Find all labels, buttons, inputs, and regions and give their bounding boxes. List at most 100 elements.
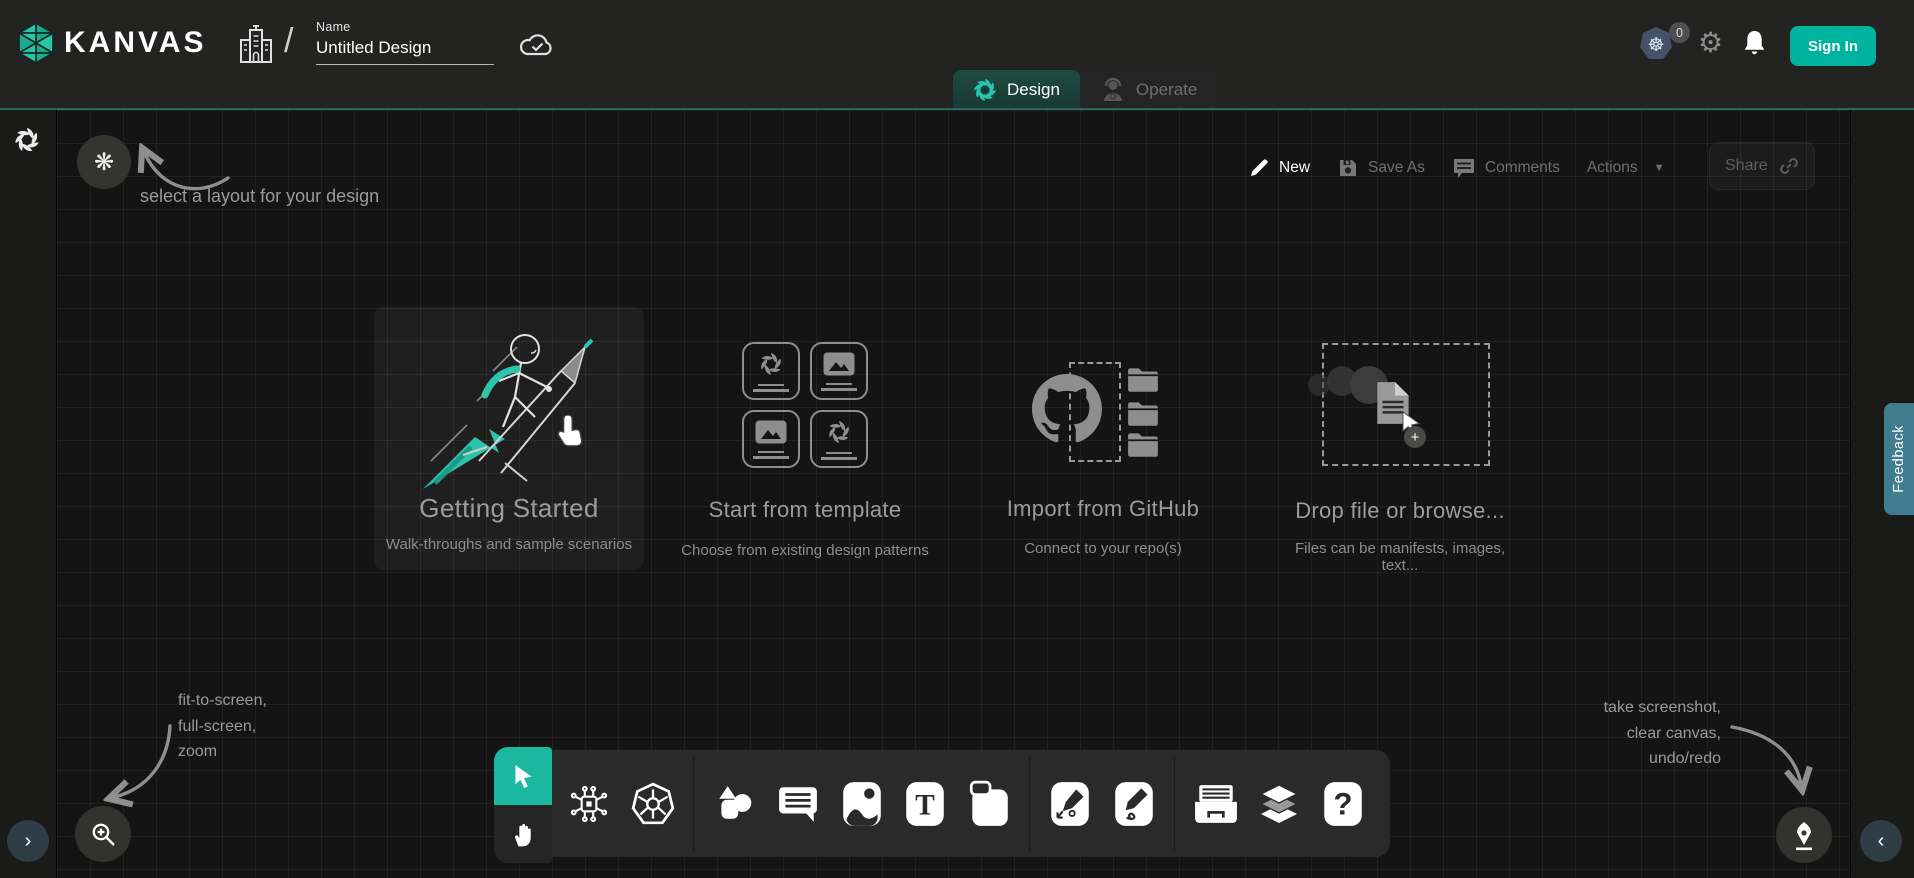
card-subtitle: Choose from existing design patterns xyxy=(672,542,938,559)
folder-icon xyxy=(1126,431,1160,459)
save-as-label: Save As xyxy=(1368,159,1425,177)
integration-chip-icon xyxy=(568,783,610,825)
design-name-block: Name xyxy=(316,20,494,65)
magnifier-plus-icon xyxy=(90,821,117,848)
select-tool-button[interactable] xyxy=(494,747,552,805)
share-button[interactable]: Share xyxy=(1709,142,1815,190)
card-drop-file[interactable]: + Drop file or browse... Files can be ma… xyxy=(1290,330,1510,570)
pencil-icon xyxy=(1248,157,1270,179)
card-subtitle: Files can be manifests, images, text... xyxy=(1290,540,1510,574)
question-mark-icon: ? xyxy=(1322,780,1364,828)
card-import-from-github[interactable]: Import from GitHub Connect to your repo(… xyxy=(1000,330,1206,570)
header-divider xyxy=(0,108,1914,110)
sign-in-button[interactable]: Sign In xyxy=(1790,26,1876,66)
kanvas-logo-icon[interactable] xyxy=(14,21,58,65)
toolbar-separator xyxy=(1174,756,1175,852)
plus-badge-icon: + xyxy=(1404,426,1426,448)
pen-path-tool-button[interactable] xyxy=(1047,778,1094,830)
new-button[interactable]: New xyxy=(1248,157,1310,179)
bottom-left-hints: fit-to-screen, full-screen, zoom xyxy=(178,688,267,765)
expand-left-panel-button[interactable]: › xyxy=(7,820,49,862)
card-getting-started[interactable]: Getting Started Walk-throughs and sample… xyxy=(374,307,644,570)
kubernetes-wheel-icon xyxy=(630,782,676,826)
image-icon xyxy=(823,352,855,376)
image-icon xyxy=(755,420,787,444)
design-spiral-icon xyxy=(973,78,997,102)
feedback-tab[interactable]: Feedback xyxy=(1884,403,1914,515)
template-tile-design xyxy=(810,410,868,468)
app-header: KANVAS / Name xyxy=(0,0,1914,108)
toolbar-separator xyxy=(1029,756,1030,852)
text-tool-button[interactable]: T xyxy=(902,778,949,830)
layout-button[interactable]: ❋ xyxy=(77,135,131,189)
tab-operate-label: Operate xyxy=(1136,80,1197,100)
feedback-label: Feedback xyxy=(1891,425,1907,493)
svg-text:☸: ☸ xyxy=(1647,35,1664,56)
bottom-right-hints: take screenshot, clear canvas, undo/redo xyxy=(1520,695,1721,772)
template-tile-design xyxy=(742,342,800,400)
help-tool-button[interactable]: ? xyxy=(1319,778,1366,830)
cursor-arrow-icon xyxy=(510,763,536,790)
folder-icon xyxy=(1126,366,1160,394)
left-rail: › xyxy=(0,110,57,878)
actions-label: Actions xyxy=(1587,159,1638,177)
shapes-tool-button[interactable] xyxy=(711,778,758,830)
meshery-spiral-icon[interactable] xyxy=(13,126,41,154)
layout-hint-text: select a layout for your design xyxy=(140,186,379,207)
pan-hand-tool-button[interactable] xyxy=(494,805,552,863)
comments-button[interactable]: Comments xyxy=(1452,157,1560,180)
tab-design[interactable]: Design xyxy=(953,70,1080,109)
comment-tool-button[interactable] xyxy=(775,778,822,830)
text-icon: T xyxy=(904,780,946,828)
zoom-button[interactable] xyxy=(75,806,131,862)
actions-dropdown[interactable]: Actions ▼ xyxy=(1587,159,1665,177)
design-name-input[interactable] xyxy=(316,38,494,65)
pencil-scribble-icon xyxy=(1113,780,1155,828)
card-title: Drop file or browse... xyxy=(1290,498,1510,524)
spiral-icon xyxy=(826,419,852,445)
breadcrumb-separator: / xyxy=(284,22,293,61)
image-tool-button[interactable] xyxy=(838,778,885,830)
note-tool-button[interactable] xyxy=(966,778,1013,830)
mode-tabbar: Design Operate xyxy=(953,70,1217,109)
tab-operate[interactable]: Operate xyxy=(1080,70,1217,109)
pointer-tool-column xyxy=(494,747,552,863)
spiral-icon xyxy=(758,351,784,377)
drawer-tool-button[interactable] xyxy=(1192,778,1239,830)
kubernetes-context-button[interactable]: ☸ 0 xyxy=(1638,26,1690,66)
tab-design-label: Design xyxy=(1007,80,1060,100)
card-start-from-template[interactable]: Start from template Choose from existing… xyxy=(672,330,938,570)
card-subtitle: Walk-throughs and sample scenarios xyxy=(374,536,644,553)
collapse-right-panel-button[interactable]: ‹ xyxy=(1860,820,1902,862)
components-tool-button[interactable] xyxy=(566,778,613,830)
card-subtitle: Connect to your repo(s) xyxy=(1000,540,1206,557)
layers-icon xyxy=(1256,783,1302,825)
operate-headset-icon xyxy=(1100,77,1126,103)
folder-icon xyxy=(1126,400,1160,428)
toolbar-separator xyxy=(693,756,694,852)
organization-icon[interactable] xyxy=(237,24,275,66)
cloud-saved-icon xyxy=(517,30,557,60)
pointer-hand-cursor xyxy=(556,413,590,451)
notifications-bell-icon[interactable] xyxy=(1742,29,1767,57)
settings-gear-icon[interactable]: ⚙ xyxy=(1698,26,1723,59)
image-icon xyxy=(841,780,883,828)
freehand-draw-tool-button[interactable] xyxy=(1111,778,1158,830)
kubernetes-tool-button[interactable] xyxy=(630,778,677,830)
chevron-down-icon: ▼ xyxy=(1654,162,1665,174)
sticky-note-icon xyxy=(968,780,1010,828)
card-title: Start from template xyxy=(672,497,938,523)
screenshot-pen-button[interactable] xyxy=(1776,807,1832,863)
link-icon xyxy=(1779,156,1799,176)
drawer-archive-icon xyxy=(1193,783,1239,825)
github-octocat-icon xyxy=(1032,374,1102,444)
template-tile-image xyxy=(742,410,800,468)
pen-nib-icon xyxy=(1791,820,1817,851)
shapes-icon xyxy=(713,783,755,825)
svg-text:?: ? xyxy=(1333,786,1352,821)
layers-tool-button[interactable] xyxy=(1256,778,1303,830)
kanvas-app: KANVAS / Name xyxy=(0,0,1914,878)
save-as-button[interactable]: Save As xyxy=(1337,157,1425,179)
card-title: Import from GitHub xyxy=(1000,496,1206,522)
bottom-toolbar: T xyxy=(552,750,1390,857)
